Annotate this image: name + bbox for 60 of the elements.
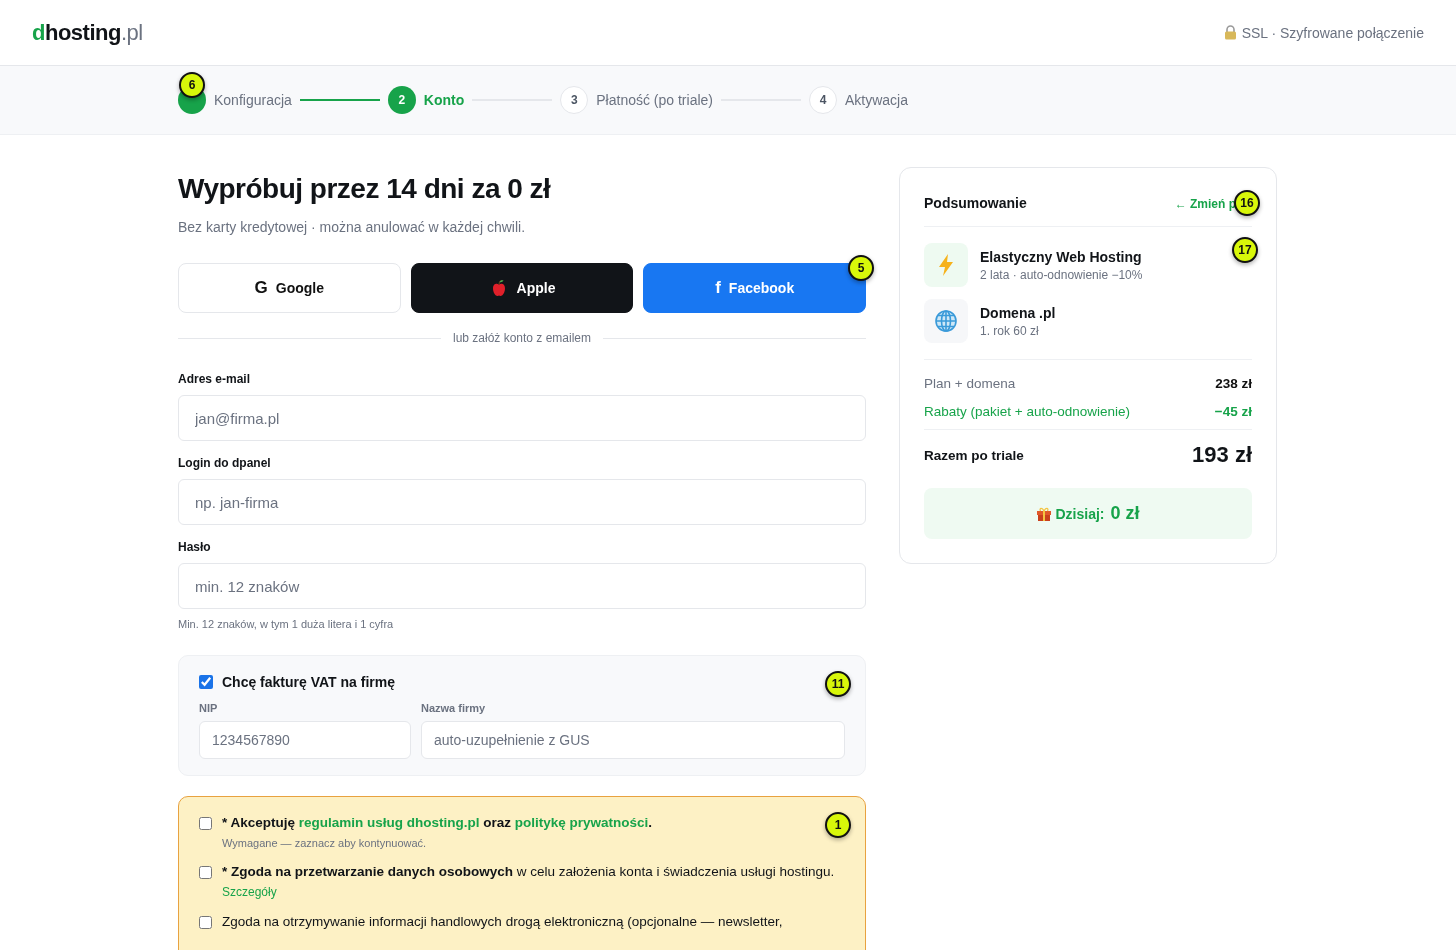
ssl-note: SSL · Szyfrowane połączenie <box>1241 24 1424 41</box>
marker-badge: 16 <box>1234 190 1260 216</box>
lightning-icon <box>924 243 968 287</box>
globe-icon <box>924 299 968 343</box>
consent-checkbox[interactable] <box>199 817 212 830</box>
today-value: 0 zł <box>1110 503 1140 524</box>
consent-text: * Zgoda na przetwarzanie danych osobowych w celu założenia konta i świadczenia usługi hostingu. <box>222 863 835 881</box>
input-field[interactable]: 1234567890 <box>199 721 411 759</box>
field-label: Login do dpanel <box>178 456 272 470</box>
consent-checkbox[interactable] <box>199 916 212 929</box>
vat-label: Chcę fakturę VAT na firmę <box>222 674 395 690</box>
page-title: Wypróbuj przez 14 dni za 0 zł <box>178 173 552 205</box>
input-field[interactable]: auto-uzupełnienie z GUS <box>421 721 845 759</box>
step-label: Płatność (po triale) <box>596 92 713 108</box>
total-label: Razem po triale <box>924 447 1024 463</box>
marker-badge: 6 <box>179 72 205 98</box>
input-field[interactable]: min. 12 znaków <box>178 563 866 609</box>
gift-icon <box>1036 505 1053 522</box>
summary-title: Podsumowanie <box>924 195 1027 211</box>
field-label: Hasło <box>178 540 212 554</box>
consent-text: Zgoda na otrzymywanie informacji handlowych drogą elektroniczną (opcjonalne — newsletter, <box>222 913 783 931</box>
input-field[interactable]: np. jan-firma <box>178 479 866 525</box>
consent-text: * Akceptuję regulamin usług dhosting.pl oraz politykę prywatności. <box>222 814 653 832</box>
step-number: 2 <box>387 86 416 114</box>
marker-badge: 17 <box>1232 237 1258 263</box>
step-label: Konto <box>423 92 465 108</box>
consent-checkbox[interactable] <box>199 866 212 879</box>
field-label: Nazwa firmy <box>421 702 487 714</box>
input-field[interactable]: jan@firma.pl <box>178 395 866 441</box>
price-value: 238 zł <box>1215 376 1252 391</box>
item-name: Domena .pl <box>980 304 1056 321</box>
field-hint: Min. 12 znaków, w tym 1 duża litera i 1 cyfra <box>178 618 395 630</box>
google-button[interactable]: G Google <box>178 263 401 313</box>
vat-checkbox[interactable] <box>199 675 213 689</box>
apple-button[interactable]: Apple <box>410 263 634 313</box>
consent-note: Wymagane — zaznacz aby kontynuować. <box>222 837 428 849</box>
field-label: Adres e-mail <box>178 372 252 386</box>
step-number: 4 <box>809 86 837 114</box>
divider-text: lub załóż konto z emailem <box>452 331 592 345</box>
step-label: Konfiguracja <box>214 92 292 108</box>
lock-icon <box>1223 25 1237 40</box>
consent-link[interactable]: regulamin usług dhosting.pl <box>298 815 480 830</box>
item-detail: 1. rok 60 zł <box>980 323 1040 338</box>
subtitle: Bez karty kredytowej · można anulować w każdej chwili. <box>178 219 527 235</box>
step-label: Aktywacja <box>845 92 908 108</box>
details-link[interactable]: Szczegóły <box>222 885 835 899</box>
marker-badge: 5 <box>848 255 874 281</box>
today-label: Dzisiaj: <box>1055 505 1105 522</box>
step-number: 3 <box>560 86 589 114</box>
price-label: Rabaty (pakiet + auto-odnowienie) <box>924 404 1130 419</box>
marker-badge: 11 <box>825 671 851 697</box>
marker-badge: 1 <box>825 812 851 838</box>
price-value: −45 zł <box>1214 404 1252 419</box>
item-detail: 2 lata · auto-odnowienie −10% <box>980 267 1143 282</box>
price-label: Plan + domena <box>924 376 1016 391</box>
change-link[interactable]: ← Zmień p <box>1174 197 1236 211</box>
total-value: 193 zł <box>1192 442 1252 468</box>
logo[interactable]: dhosting.pl <box>32 19 143 46</box>
item-name: Elastyczny Web Hosting <box>980 248 1143 265</box>
field-label: NIP <box>199 702 219 714</box>
